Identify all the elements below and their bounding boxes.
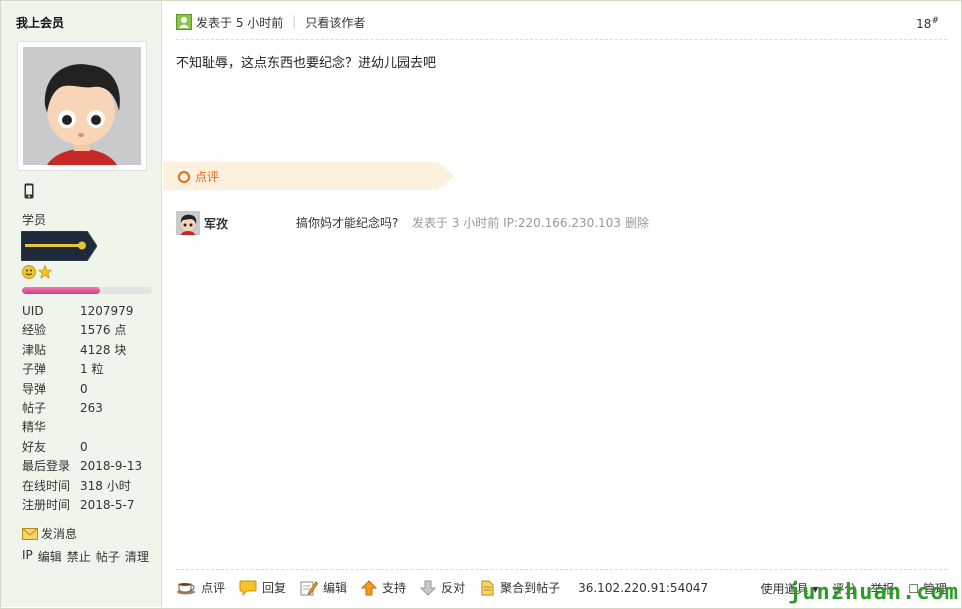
oppose-button-label: 反对: [441, 581, 466, 595]
header-divider: |: [292, 14, 297, 28]
floor-number[interactable]: 18#: [916, 16, 939, 31]
stat-row: 津贴 4128 块: [22, 341, 157, 360]
stat-row: 经验 1576 点: [22, 321, 157, 340]
author-name[interactable]: 我上会员: [16, 14, 64, 31]
comment-item: 军孜 搞你妈才能纪念吗? 发表于 3 小时前 IP:220.166.230.10…: [176, 211, 946, 237]
rank-insignia-icon: [21, 231, 97, 261]
aggregate-button[interactable]: 聚合到帖子: [479, 579, 560, 596]
avatar-cartoon: [23, 47, 141, 165]
user-stats: UID 1207979 经验 1576 点津贴 4128 块子弹 1 粒导弹 0 帖子 263 精…: [22, 302, 157, 515]
stat-label: 子弹: [22, 362, 47, 377]
comment-avatar[interactable]: [176, 211, 200, 235]
stat-row: 帖子 263: [22, 399, 157, 418]
stat-row: 导弹 0: [22, 380, 157, 399]
coffee-cup-icon: [177, 582, 195, 594]
edit-pencil-icon: [300, 580, 319, 595]
poster-ip: 36.102.220.91:54047: [578, 580, 709, 595]
only-author-link[interactable]: 只看该作者: [305, 14, 365, 31]
admin-links: IP 编辑 禁止 帖子 清理: [22, 548, 149, 565]
down-arrow-icon: [420, 580, 437, 596]
comment-meta-text: 发表于 3 小时前 IP:220.166.230.103: [412, 216, 621, 230]
floor-number-value: 18: [916, 17, 932, 31]
stat-value: 4128 块: [80, 342, 127, 357]
post-header: 发表于 5 小时前 | 只看该作者 18#: [176, 14, 947, 40]
stat-row: 在线时间 318 小时: [22, 477, 157, 496]
stat-value: 1576 点: [80, 323, 127, 338]
admin-link-edit[interactable]: 编辑: [38, 548, 62, 565]
reply-button-label: 回复: [262, 581, 287, 595]
medal-list: [22, 265, 52, 279]
up-arrow-icon: [361, 579, 378, 595]
comment-meta: 发表于 3 小时前 IP:220.166.230.103 删除: [412, 214, 649, 231]
user-rank: 学员: [22, 213, 47, 227]
send-message-label: 发消息: [41, 527, 78, 541]
stat-label: 最后登录: [22, 459, 71, 474]
envelope-icon: [22, 527, 38, 540]
stat-label: 津贴: [22, 342, 47, 357]
ring-icon: [178, 170, 190, 183]
stat-row: 注册时间 2018-5-7: [22, 496, 157, 515]
send-message-link[interactable]: 发消息: [22, 525, 77, 542]
stat-label: 经验: [22, 323, 47, 338]
floor-mark: #: [931, 16, 939, 26]
author-online-icon: [176, 14, 192, 30]
stat-value[interactable]: 1207979: [80, 302, 133, 321]
stat-value[interactable]: 263: [80, 399, 103, 418]
comment-avatar-cartoon: [176, 211, 200, 235]
admin-link-posts[interactable]: 帖子: [96, 548, 120, 565]
edit-button-label: 编辑: [323, 581, 348, 595]
document-icon: [481, 580, 494, 595]
support-button[interactable]: 支持: [361, 579, 406, 596]
level-progress-bar: [22, 287, 152, 294]
stat-row: 子弹 1 粒: [22, 360, 157, 379]
stat-label: 帖子: [22, 400, 47, 415]
stat-row: 精华: [22, 418, 157, 437]
stat-value: 318 小时: [80, 478, 131, 493]
edit-button[interactable]: 编辑: [300, 579, 347, 596]
stat-label: 在线时间: [22, 478, 71, 493]
speech-bubble-icon: [239, 580, 257, 596]
stat-label: 精华: [22, 420, 47, 435]
mobile-icon: [24, 183, 34, 199]
stat-row: 最后登录 2018-9-13: [22, 457, 157, 476]
comment-button-label: 点评: [201, 581, 226, 595]
stat-label: UID: [22, 304, 44, 318]
comment-title-label: 点评: [195, 170, 220, 184]
admin-link-ip[interactable]: IP: [22, 548, 33, 565]
stat-label: 导弹: [22, 381, 47, 396]
stat-value: 2018-9-13: [80, 459, 143, 474]
level-progress-fill: [22, 287, 100, 294]
site-watermark: junzhuan.com: [788, 580, 959, 605]
support-button-label: 支持: [382, 581, 407, 595]
comment-text: 搞你妈才能纪念吗?: [296, 216, 399, 230]
avatar[interactable]: [17, 41, 147, 171]
aggregate-button-label: 聚合到帖子: [500, 581, 561, 595]
stat-label: 好友: [22, 439, 47, 454]
stat-row: 好友 0: [22, 438, 157, 457]
admin-link-ban[interactable]: 禁止: [67, 548, 91, 565]
post-content: 不知耻辱，这点东西也要纪念？进幼儿园去吧: [176, 56, 437, 71]
stat-value: 1 粒: [80, 362, 104, 377]
admin-link-clean[interactable]: 清理: [125, 548, 149, 565]
stat-row: UID 1207979: [22, 302, 157, 321]
comment-user[interactable]: 军孜: [204, 215, 228, 232]
post-time: 发表于 5 小时前: [196, 16, 284, 30]
comment-button[interactable]: 点评: [176, 579, 225, 596]
smiley-medal-icon[interactable]: [22, 265, 36, 279]
reply-button[interactable]: 回复: [239, 579, 286, 596]
stat-value: 0: [80, 381, 88, 396]
comment-section-title: 点评: [178, 168, 219, 185]
star-medal-icon[interactable]: [38, 265, 52, 279]
stat-value: 2018-5-7: [80, 497, 135, 512]
oppose-button[interactable]: 反对: [420, 579, 465, 596]
comment-delete-link[interactable]: 删除: [625, 216, 649, 230]
stat-label: 注册时间: [22, 497, 71, 512]
stat-value: 0: [80, 439, 88, 454]
